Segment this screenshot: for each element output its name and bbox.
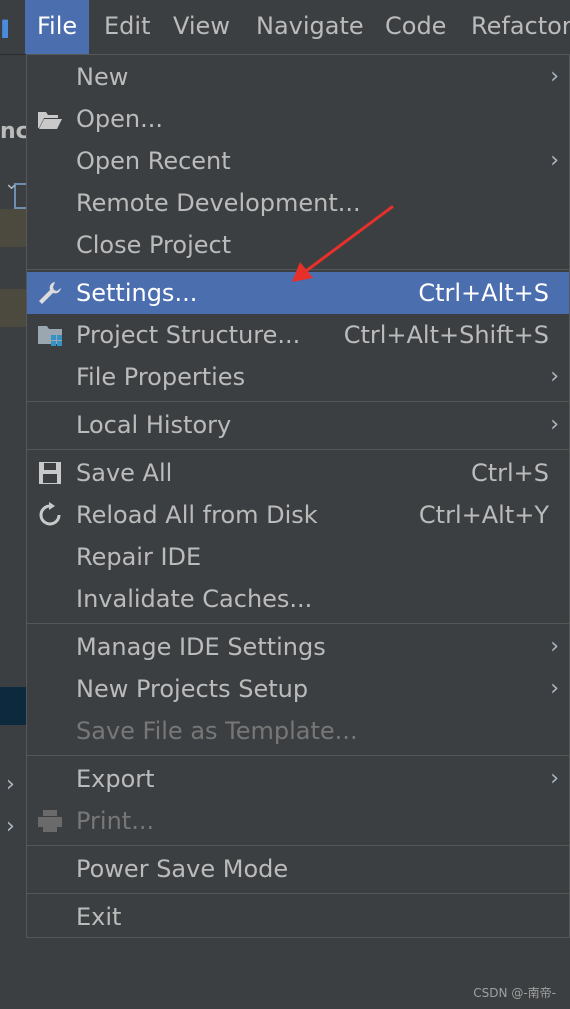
project-panel: nc ⌄ › ›: [0, 55, 30, 1009]
menu-item-label: File Properties: [76, 363, 246, 391]
menu-navigate[interactable]: Navigate: [244, 0, 376, 54]
menu-item-label: New Projects Setup: [76, 675, 309, 703]
menu-bar: ▮ File Edit View Navigate Code Refactor: [0, 0, 570, 55]
floppy-disk-icon: [39, 462, 61, 484]
app-icon: ▮: [0, 0, 8, 54]
folder-open-icon: [38, 112, 62, 129]
menu-item-label: Repair IDE: [76, 543, 202, 571]
menu-item-power-save-mode[interactable]: Power Save Mode: [27, 848, 569, 890]
menu-item-manage-ide-settings[interactable]: Manage IDE Settings ›: [27, 626, 569, 668]
menu-item-project-structure[interactable]: Project Structure... Ctrl+Alt+Shift+S: [27, 314, 569, 356]
menu-item-label: Save File as Template...: [76, 717, 358, 745]
menu-separator: [27, 449, 569, 450]
menu-item-label: Exit: [76, 903, 122, 931]
menu-item-new-projects-setup[interactable]: New Projects Setup ›: [27, 668, 569, 710]
highlighted-row: [0, 209, 26, 247]
menu-item-label: Open...: [76, 105, 163, 133]
menu-item-label: Settings...: [76, 279, 198, 307]
menu-separator: [27, 623, 569, 624]
menu-item-save-all[interactable]: Save All Ctrl+S: [27, 452, 569, 494]
menu-item-label: Save All: [76, 459, 173, 487]
selected-row: [0, 687, 26, 725]
menu-item-label: Open Recent: [76, 147, 231, 175]
menu-item-label: Remote Development...: [76, 189, 361, 217]
wrench-icon: [39, 282, 61, 304]
menu-view[interactable]: View: [161, 0, 242, 54]
menu-refactor[interactable]: Refactor: [459, 0, 570, 54]
menu-item-reload-all[interactable]: Reload All from Disk Ctrl+Alt+Y: [27, 494, 569, 536]
chevron-right-icon[interactable]: ›: [6, 814, 15, 839]
submenu-arrow-icon: ›: [550, 634, 559, 659]
menu-item-label: Invalidate Caches...: [76, 585, 313, 613]
submenu-arrow-icon: ›: [550, 412, 559, 437]
file-menu: New › Open... Open Recent › Remote Devel…: [26, 54, 570, 938]
watermark: CSDN @-南帝-: [473, 986, 556, 1000]
menu-item-export[interactable]: Export ›: [27, 758, 569, 800]
menu-item-label: Project Structure...: [76, 321, 301, 349]
menu-item-label: New: [76, 63, 129, 91]
menu-item-invalidate-caches[interactable]: Invalidate Caches...: [27, 578, 569, 620]
menu-code[interactable]: Code: [373, 0, 458, 54]
menu-item-label: Print...: [76, 807, 155, 835]
menu-separator: [27, 269, 569, 270]
menu-item-shortcut: Ctrl+Alt+S: [418, 279, 549, 307]
menu-separator: [27, 893, 569, 894]
menu-item-label: Local History: [76, 411, 232, 439]
chevron-down-icon[interactable]: ⌄: [4, 173, 19, 194]
menu-item-close-project[interactable]: Close Project: [27, 224, 569, 266]
submenu-arrow-icon: ›: [550, 766, 559, 791]
menu-item-shortcut: Ctrl+S: [470, 459, 549, 487]
menu-separator: [27, 401, 569, 402]
menu-file[interactable]: File: [25, 0, 90, 54]
menu-item-shortcut: Ctrl+Alt+Y: [418, 501, 549, 529]
menu-edit[interactable]: Edit: [92, 0, 162, 54]
printer-icon: [38, 810, 62, 832]
menu-item-settings[interactable]: Settings... Ctrl+Alt+S: [27, 272, 569, 314]
menu-item-new[interactable]: New ›: [27, 56, 569, 98]
highlighted-row: [0, 289, 26, 327]
menu-separator: [27, 755, 569, 756]
menu-item-local-history[interactable]: Local History ›: [27, 404, 569, 446]
chevron-right-icon[interactable]: ›: [6, 772, 15, 797]
menu-item-exit[interactable]: Exit: [27, 896, 569, 938]
project-structure-icon: [38, 326, 62, 346]
submenu-arrow-icon: ›: [550, 676, 559, 701]
menu-item-label: Reload All from Disk: [76, 501, 318, 529]
menu-item-label: Close Project: [76, 231, 232, 259]
menu-item-print: Print...: [27, 800, 569, 842]
menu-item-remote-development[interactable]: Remote Development...: [27, 182, 569, 224]
submenu-arrow-icon: ›: [550, 364, 559, 389]
menu-item-repair-ide[interactable]: Repair IDE: [27, 536, 569, 578]
menu-item-open-recent[interactable]: Open Recent ›: [27, 140, 569, 182]
menu-item-file-properties[interactable]: File Properties ›: [27, 356, 569, 398]
menu-item-open[interactable]: Open...: [27, 98, 569, 140]
menu-item-shortcut: Ctrl+Alt+Shift+S: [343, 321, 549, 349]
panel-title-fragment: nc: [0, 119, 26, 144]
menu-item-label: Power Save Mode: [76, 855, 289, 883]
reload-icon: [39, 502, 61, 526]
menu-item-label: Export: [76, 765, 155, 793]
submenu-arrow-icon: ›: [550, 64, 559, 89]
menu-separator: [27, 845, 569, 846]
menu-item-label: Manage IDE Settings: [76, 633, 326, 661]
submenu-arrow-icon: ›: [550, 148, 559, 173]
menu-item-save-file-as-template: Save File as Template...: [27, 710, 569, 752]
